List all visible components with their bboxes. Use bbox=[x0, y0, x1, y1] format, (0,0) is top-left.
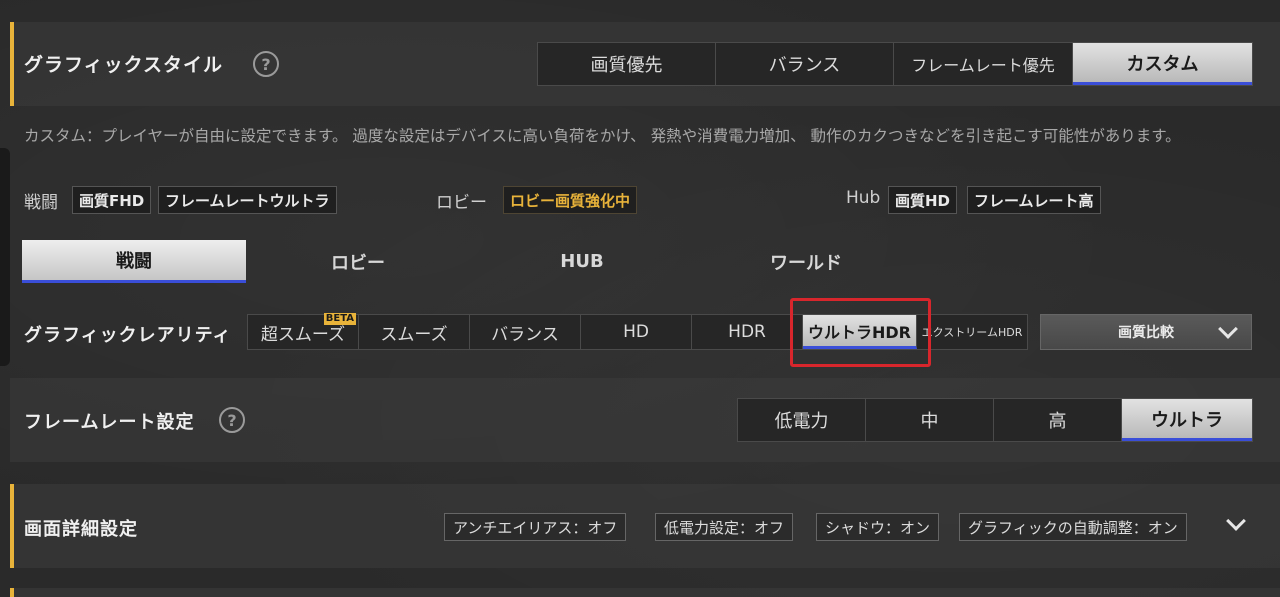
quality-option-hdr[interactable]: HDR bbox=[692, 315, 803, 349]
question-icon[interactable]: ? bbox=[253, 51, 279, 77]
side-drawer-handle[interactable] bbox=[0, 148, 10, 366]
mode-tabs: 戦闘 ロビー HUB ワールド bbox=[22, 240, 918, 283]
summary-battle-quality: 画質FHD bbox=[72, 186, 152, 214]
summary-battle-label: 戦闘 bbox=[24, 193, 58, 213]
framerate-selector: 低電力 中 高 ウルトラ bbox=[737, 398, 1253, 442]
quality-option-hd[interactable]: HD bbox=[581, 315, 692, 349]
graphic-style-option-quality[interactable]: 画質優先 bbox=[538, 43, 716, 85]
tab-lobby[interactable]: ロビー bbox=[246, 240, 470, 283]
framerate-option-low[interactable]: 低電力 bbox=[738, 399, 866, 441]
accent-bar bbox=[10, 484, 14, 568]
quality-option-extreme-hdr[interactable]: エクストリームHDR bbox=[917, 315, 1027, 349]
framerate-title: フレームレート設定 bbox=[24, 412, 195, 433]
framerate-option-mid[interactable]: 中 bbox=[866, 399, 994, 441]
tab-hub[interactable]: HUB bbox=[470, 240, 694, 283]
screen-detail-title: 画面詳細設定 bbox=[24, 519, 138, 540]
quality-compare-label: 画質比較 bbox=[1118, 325, 1174, 341]
chevron-down-icon bbox=[1218, 319, 1238, 339]
accent-bar bbox=[10, 588, 14, 597]
quality-compare-dropdown[interactable]: 画質比較 bbox=[1040, 314, 1252, 350]
summary-lobby-status: ロビー画質強化中 bbox=[503, 186, 638, 214]
highlight-box bbox=[790, 298, 931, 367]
graphic-style-option-custom[interactable]: カスタム bbox=[1073, 43, 1252, 85]
summary-hub-label: Hub bbox=[846, 188, 881, 208]
quality-option-smooth[interactable]: スムーズ bbox=[359, 315, 470, 349]
accent-bar bbox=[10, 22, 14, 106]
tab-battle[interactable]: 戦闘 bbox=[22, 240, 246, 283]
summary-lobby-label: ロビー bbox=[436, 193, 487, 213]
next-panel-edge bbox=[10, 588, 1280, 597]
custom-description: カスタム：プレイヤーが自由に設定できます。 過度な設定はデバイスに高い負荷をかけ… bbox=[24, 127, 1181, 145]
detail-chip-antialias: アンチエイリアス：オフ bbox=[444, 513, 627, 541]
detail-chip-low-power: 低電力設定：オフ bbox=[655, 513, 794, 541]
beta-badge: BETA bbox=[323, 313, 356, 325]
question-icon[interactable]: ? bbox=[219, 407, 245, 433]
detail-chip-auto-adjust: グラフィックの自動調整：オン bbox=[959, 513, 1187, 541]
graphic-style-option-framerate[interactable]: フレームレート優先 bbox=[894, 43, 1073, 85]
quality-option-balance[interactable]: バランス bbox=[470, 315, 581, 349]
summary-hub-framerate: フレームレート高 bbox=[967, 186, 1101, 214]
framerate-option-high[interactable]: 高 bbox=[994, 399, 1122, 441]
quality-option-super-smooth[interactable]: 超スムーズ BETA bbox=[248, 313, 359, 349]
tab-world[interactable]: ワールド bbox=[694, 240, 918, 283]
summary-battle-framerate: フレームレートウルトラ bbox=[158, 186, 337, 214]
graphics-quality-title: グラフィックレアリティ bbox=[24, 325, 232, 346]
summary-hub-quality: 画質HD bbox=[888, 186, 958, 214]
framerate-option-ultra[interactable]: ウルトラ bbox=[1122, 399, 1252, 441]
graphic-style-title: グラフィックスタイル bbox=[24, 54, 224, 76]
graphic-style-selector: 画質優先 バランス フレームレート優先 カスタム bbox=[537, 42, 1253, 86]
graphic-style-option-balance[interactable]: バランス bbox=[716, 43, 894, 85]
detail-chip-shadow: シャドウ：オン bbox=[816, 513, 940, 541]
